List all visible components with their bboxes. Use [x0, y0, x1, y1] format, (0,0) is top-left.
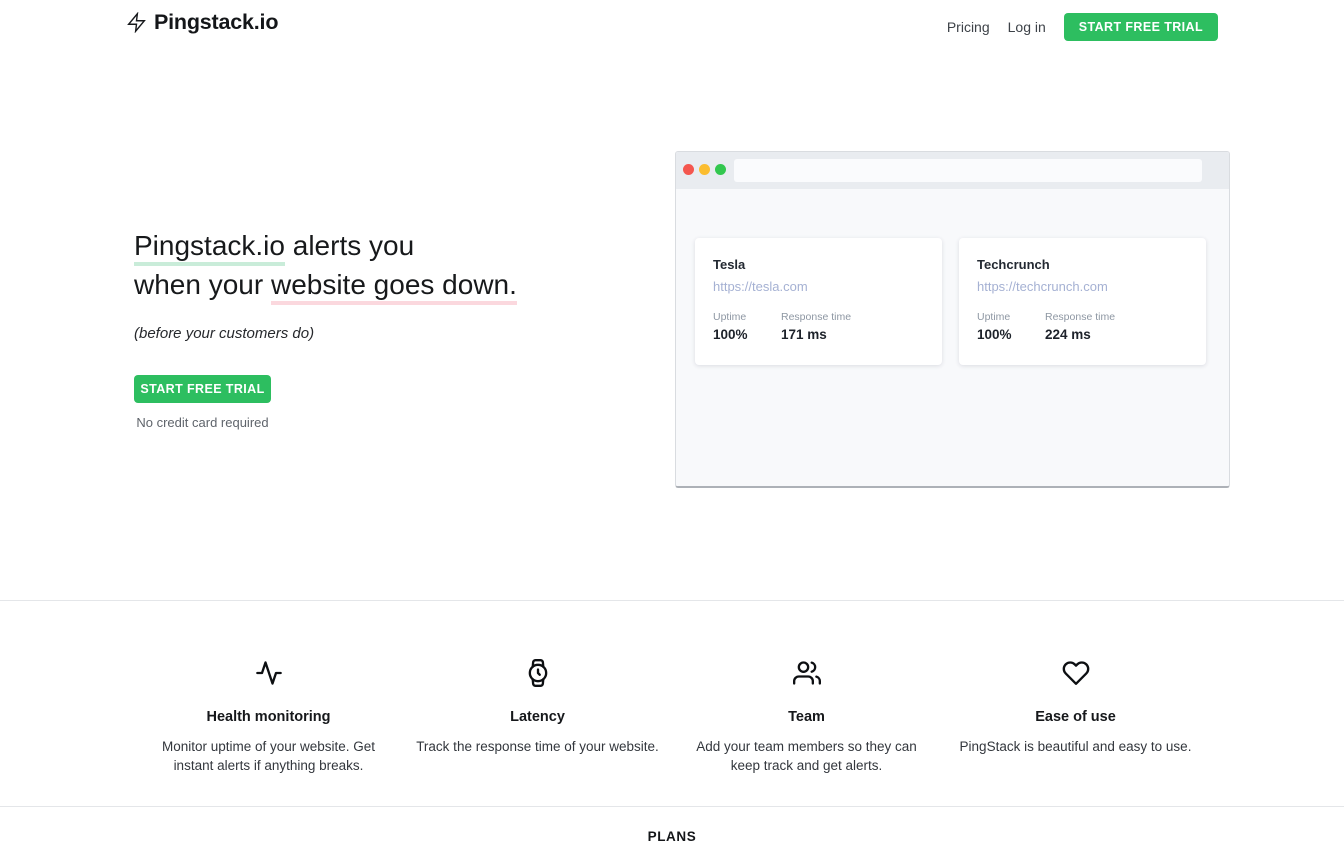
feature-title: Health monitoring: [134, 709, 403, 725]
nav-link-login[interactable]: Log in: [1008, 19, 1046, 35]
hero-subtext: (before your customers do): [134, 325, 654, 342]
feature-title: Ease of use: [941, 709, 1210, 725]
site-url: https://tesla.com: [713, 279, 924, 294]
fullscreen-dot-icon: [715, 164, 726, 175]
activity-icon: [134, 659, 403, 692]
landing-page: Pingstack.io Pricing Log in START FREE T…: [0, 0, 1344, 840]
headline-highlight-brand: Pingstack.io: [134, 230, 285, 266]
browser-mockup: Tesla https://tesla.com Uptime 100% Resp…: [675, 151, 1230, 488]
features-divider: [0, 600, 1344, 601]
nav-link-pricing[interactable]: Pricing: [947, 19, 990, 35]
feature-title: Latency: [403, 709, 672, 725]
features-row: Health monitoring Monitor uptime of your…: [134, 659, 1210, 775]
response-time-stat: Response time 171 ms: [781, 311, 851, 342]
uptime-stat: Uptime 100%: [977, 311, 1045, 342]
hero-cta-wrap: START FREE TRIAL No credit card required: [134, 375, 271, 430]
card-stats: Uptime 100% Response time 171 ms: [713, 311, 924, 342]
main-nav: Pricing Log in START FREE TRIAL: [947, 13, 1218, 41]
response-time-value: 224 ms: [1045, 327, 1115, 342]
uptime-value: 100%: [977, 327, 1045, 342]
uptime-stat: Uptime 100%: [713, 311, 781, 342]
site-name: Techcrunch: [977, 257, 1188, 272]
zap-icon: [126, 12, 147, 33]
headline-highlight-down: website goes down.: [271, 269, 517, 305]
browser-titlebar: [676, 152, 1229, 189]
nav-cta-button[interactable]: START FREE TRIAL: [1064, 13, 1218, 41]
plans-divider: [0, 806, 1344, 807]
hero-section: Pingstack.io alerts you when your website…: [134, 226, 654, 430]
response-time-label: Response time: [1045, 311, 1115, 323]
minimize-dot-icon: [699, 164, 710, 175]
feature-health-monitoring: Health monitoring Monitor uptime of your…: [134, 659, 403, 775]
feature-description: Track the response time of your website.: [403, 737, 672, 756]
feature-team: Team Add your team members so they can k…: [672, 659, 941, 775]
response-time-label: Response time: [781, 311, 851, 323]
headline-rest-line1: alerts you: [285, 230, 414, 261]
feature-ease-of-use: Ease of use PingStack is beautiful and e…: [941, 659, 1210, 775]
response-time-value: 171 ms: [781, 327, 851, 342]
hero-fine-print: No credit card required: [134, 415, 271, 430]
brand-logo[interactable]: Pingstack.io: [126, 10, 278, 35]
response-time-stat: Response time 224 ms: [1045, 311, 1115, 342]
uptime-label: Uptime: [713, 311, 781, 323]
brand-name: Pingstack.io: [154, 10, 278, 35]
users-icon: [672, 659, 941, 692]
hero-headline: Pingstack.io alerts you when your website…: [134, 226, 654, 304]
feature-description: PingStack is beautiful and easy to use.: [941, 737, 1210, 756]
header: Pingstack.io Pricing Log in START FREE T…: [0, 0, 1344, 56]
heart-icon: [941, 659, 1210, 692]
feature-description: Add your team members so they can keep t…: [682, 737, 932, 775]
site-name: Tesla: [713, 257, 924, 272]
feature-title: Team: [672, 709, 941, 725]
watch-icon: [403, 659, 672, 692]
browser-url-bar: [734, 159, 1202, 182]
hero-cta-button[interactable]: START FREE TRIAL: [134, 375, 271, 403]
uptime-label: Uptime: [977, 311, 1045, 323]
feature-latency: Latency Track the response time of your …: [403, 659, 672, 775]
feature-description: Monitor uptime of your website. Get inst…: [141, 737, 397, 775]
monitor-card-techcrunch: Techcrunch https://techcrunch.com Uptime…: [959, 238, 1206, 365]
monitor-card-tesla: Tesla https://tesla.com Uptime 100% Resp…: [695, 238, 942, 365]
close-dot-icon: [683, 164, 694, 175]
plans-section-label: PLANS: [0, 829, 1344, 844]
uptime-value: 100%: [713, 327, 781, 342]
site-url: https://techcrunch.com: [977, 279, 1188, 294]
headline-prefix-line2: when your: [134, 269, 271, 300]
card-stats: Uptime 100% Response time 224 ms: [977, 311, 1188, 342]
